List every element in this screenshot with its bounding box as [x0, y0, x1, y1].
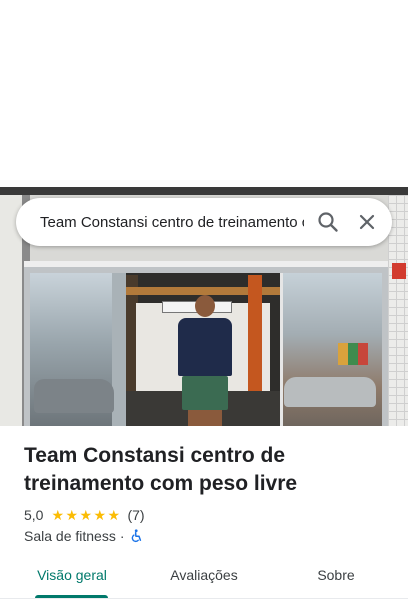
star-icon: ★: [93, 506, 107, 523]
wheelchair-icon: [129, 529, 143, 543]
place-info-panel: Team Constansi centro de treinamento com…: [0, 426, 408, 612]
blank-top-area: [0, 0, 408, 187]
tab-reviews[interactable]: Avaliações: [152, 566, 256, 596]
tabs-divider: [0, 598, 408, 599]
person-shirt: [178, 318, 232, 376]
tab-about[interactable]: Sobre: [284, 566, 388, 596]
storefront-awning: [0, 187, 408, 195]
storefront-wall-right: [388, 195, 408, 426]
shelf-products: [338, 343, 368, 365]
red-wall-sign: [392, 263, 406, 279]
reflected-car-left: [34, 379, 114, 413]
star-icon: ★: [79, 506, 93, 523]
category-row: Sala de fitness ·: [24, 527, 143, 545]
reflected-car-right: [284, 377, 376, 407]
place-tabs: Visão geral Avaliações Sobre: [0, 558, 408, 599]
rating-value: 5,0: [24, 507, 44, 523]
person-shorts: [182, 376, 228, 410]
person-legs: [188, 410, 222, 426]
tab-overview[interactable]: Visão geral: [20, 566, 124, 596]
close-icon[interactable]: [353, 208, 381, 236]
star-icon: ★: [65, 506, 79, 523]
separator-dot: ·: [119, 528, 125, 544]
glass-panel-left-inner: [112, 273, 126, 426]
star-icon: ★: [107, 506, 121, 523]
search-bar[interactable]: Team Constansi centro de treinamento com…: [16, 198, 392, 246]
search-icon[interactable]: [316, 210, 340, 234]
person-head: [195, 295, 215, 317]
search-input[interactable]: Team Constansi centro de treinamento com…: [40, 212, 304, 234]
review-count[interactable]: (7): [127, 507, 144, 523]
rating-row[interactable]: 5,0 ★ ★ ★ ★ ★ (7): [24, 506, 145, 524]
place-category: Sala de fitness: [24, 528, 116, 544]
star-icon: ★: [51, 506, 65, 523]
rating-stars: ★ ★ ★ ★ ★: [51, 506, 121, 523]
place-title: Team Constansi centro de treinamento com…: [24, 444, 298, 495]
